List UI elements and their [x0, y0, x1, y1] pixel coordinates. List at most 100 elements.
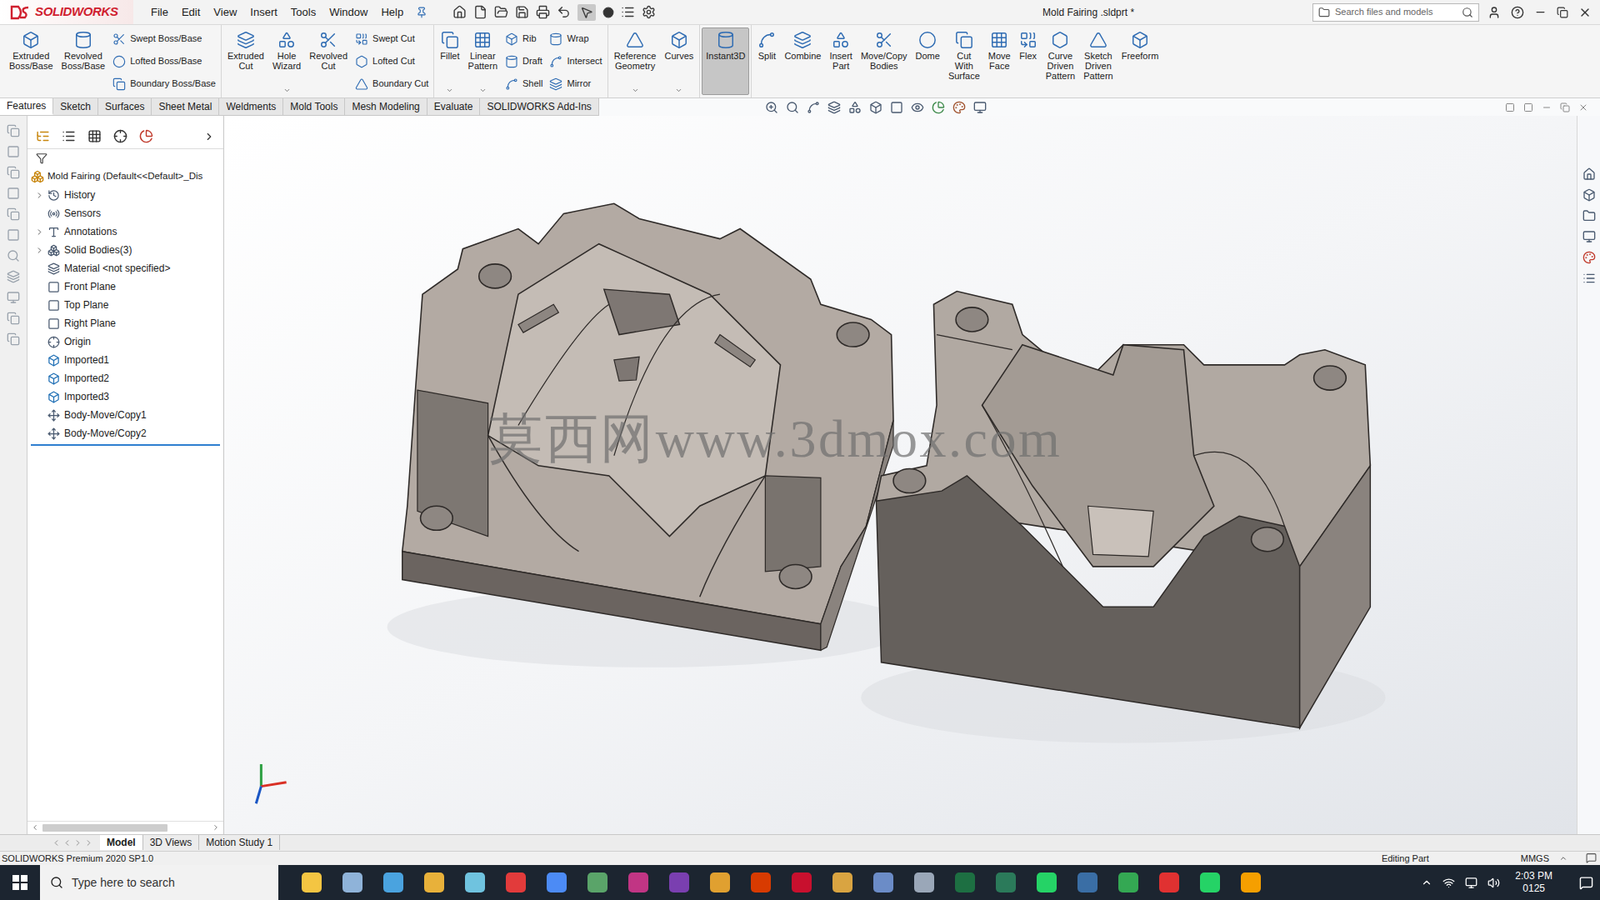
ribbon-button[interactable]: RevolvedBoss/Base	[57, 27, 110, 95]
ribbon-small-button[interactable]: Swept Boss/Base	[112, 30, 216, 49]
ribbon-button[interactable]: HoleWizard	[268, 27, 305, 95]
network-icon[interactable]	[1442, 876, 1455, 890]
taskbar-app[interactable]	[495, 865, 536, 900]
tree-item[interactable]: Imported1	[30, 350, 224, 370]
taskbar-app[interactable]	[535, 865, 577, 900]
task-icon[interactable]	[6, 270, 20, 284]
dropdown-icon[interactable]	[479, 86, 487, 95]
tree-item[interactable]: Sensors	[30, 204, 224, 223]
appearance-icon[interactable]	[931, 100, 945, 115]
taskbar-app[interactable]	[1148, 865, 1190, 900]
taskbar-app[interactable]	[1066, 865, 1108, 900]
previous-view-icon[interactable]	[806, 100, 820, 115]
taskbar-app[interactable]	[658, 865, 700, 900]
open-icon[interactable]	[494, 5, 509, 20]
scene-icon[interactable]	[952, 100, 966, 115]
first-tab-icon[interactable]	[51, 838, 61, 848]
doc-restore-icon[interactable]	[1560, 102, 1570, 113]
scroll-right-icon[interactable]	[211, 823, 220, 832]
print-icon[interactable]	[535, 5, 550, 20]
custom-properties-icon[interactable]	[1582, 271, 1596, 285]
tree-item[interactable]: Front Plane	[30, 277, 224, 296]
doc-close-icon[interactable]	[1578, 102, 1589, 113]
rollback-bar[interactable]	[30, 444, 220, 446]
ribbon-button[interactable]: InsertPart	[825, 27, 857, 95]
bottom-tab[interactable]: Model	[100, 835, 144, 850]
last-tab-icon[interactable]	[84, 838, 94, 848]
file-properties-icon[interactable]	[620, 5, 635, 20]
task-icon[interactable]	[6, 165, 20, 180]
dynamic-annotation-icon[interactable]	[848, 100, 862, 115]
menu-item[interactable]: File	[145, 4, 175, 21]
dropdown-icon[interactable]	[283, 86, 291, 95]
task-icon[interactable]	[6, 228, 20, 242]
command-tab[interactable]: Sheet Metal	[151, 98, 220, 115]
ribbon-small-button[interactable]: Boundary Cut	[355, 75, 429, 94]
view-orientation-icon[interactable]	[869, 100, 883, 115]
task-icon[interactable]	[6, 290, 20, 305]
save-icon[interactable]	[515, 5, 530, 20]
task-icon[interactable]	[6, 332, 20, 346]
taskbar-app[interactable]	[903, 865, 945, 900]
ribbon-small-button[interactable]: Intersect	[549, 52, 602, 71]
taskbar-app[interactable]	[740, 865, 781, 900]
taskbar-app[interactable]	[331, 865, 373, 900]
taskbar-app[interactable]	[1025, 865, 1067, 900]
options-icon[interactable]	[641, 5, 656, 20]
configuration-manager-icon[interactable]	[87, 129, 102, 144]
ribbon-button[interactable]: RevolvedCut	[305, 27, 352, 95]
dropdown-icon[interactable]	[631, 86, 640, 95]
menu-item[interactable]: View	[207, 4, 243, 21]
task-icon[interactable]	[6, 207, 20, 221]
search-field[interactable]: Search files and models	[1312, 3, 1480, 22]
tree-item[interactable]: Body-Move/Copy2	[30, 424, 224, 443]
command-tab[interactable]: SOLIDWORKS Add-Ins	[480, 98, 599, 115]
tile-right-icon[interactable]	[1523, 102, 1534, 113]
view-palette-icon[interactable]	[1582, 230, 1596, 244]
design-library-icon[interactable]	[1582, 188, 1596, 202]
tree-item[interactable]: Body-Move/Copy1	[30, 405, 224, 425]
menu-item[interactable]: Window	[323, 4, 374, 21]
close-icon[interactable]	[1578, 5, 1592, 20]
expand-icon[interactable]	[35, 227, 45, 237]
expand-icon[interactable]	[35, 245, 45, 255]
ribbon-small-button[interactable]: Rib	[505, 30, 543, 49]
taskbar-app[interactable]	[1107, 865, 1149, 900]
command-tab[interactable]: Mold Tools	[283, 98, 345, 115]
command-tab[interactable]: Sketch	[53, 98, 99, 115]
undo-icon[interactable]	[556, 5, 571, 20]
taskbar-app[interactable]	[413, 865, 455, 900]
task-icon[interactable]	[6, 249, 20, 263]
ribbon-button[interactable]: ReferenceGeometry	[610, 27, 661, 95]
ribbon-small-button[interactable]: Swept Cut	[355, 30, 429, 49]
ribbon-small-button[interactable]: Lofted Cut	[355, 52, 429, 71]
home-icon[interactable]	[452, 5, 467, 20]
rebuild-icon[interactable]	[602, 6, 615, 19]
tree-item[interactable]: History	[30, 185, 224, 205]
units-menu-icon[interactable]	[1559, 854, 1568, 863]
ribbon-button[interactable]: Combine	[780, 27, 825, 95]
task-icon[interactable]	[6, 311, 20, 325]
tree-item[interactable]: Solid Bodies(3)	[30, 240, 224, 260]
rebuild-status-icon[interactable]	[1585, 852, 1597, 864]
menu-item[interactable]: Edit	[175, 4, 206, 21]
pin-icon[interactable]	[415, 6, 428, 19]
display-icon[interactable]	[1465, 876, 1478, 890]
restore-icon[interactable]	[1556, 6, 1569, 19]
expand-icon[interactable]	[35, 190, 45, 200]
ribbon-button[interactable]: MoveFace	[984, 27, 1015, 95]
horizontal-scrollbar[interactable]	[27, 820, 224, 835]
ribbon-button[interactable]: Curves	[660, 27, 698, 95]
task-icon[interactable]	[6, 186, 20, 200]
app-logo[interactable]: SOLIDWORKS	[0, 0, 134, 25]
hide-show-icon[interactable]	[910, 100, 925, 115]
ribbon-button[interactable]: Flex	[1015, 27, 1042, 95]
minimize-icon[interactable]	[1534, 5, 1547, 19]
command-tab[interactable]: Weldments	[219, 98, 284, 115]
bottom-tab[interactable]: 3D Views	[143, 835, 200, 850]
ribbon-small-button[interactable]: Lofted Boss/Base	[112, 52, 216, 71]
tree-item[interactable]: Top Plane	[30, 295, 224, 315]
status-units[interactable]: MMGS	[1520, 851, 1550, 866]
taskbar-app[interactable]	[944, 865, 985, 900]
tree-root[interactable]: Mold Fairing (Default<<Default>_Dis	[30, 167, 224, 186]
